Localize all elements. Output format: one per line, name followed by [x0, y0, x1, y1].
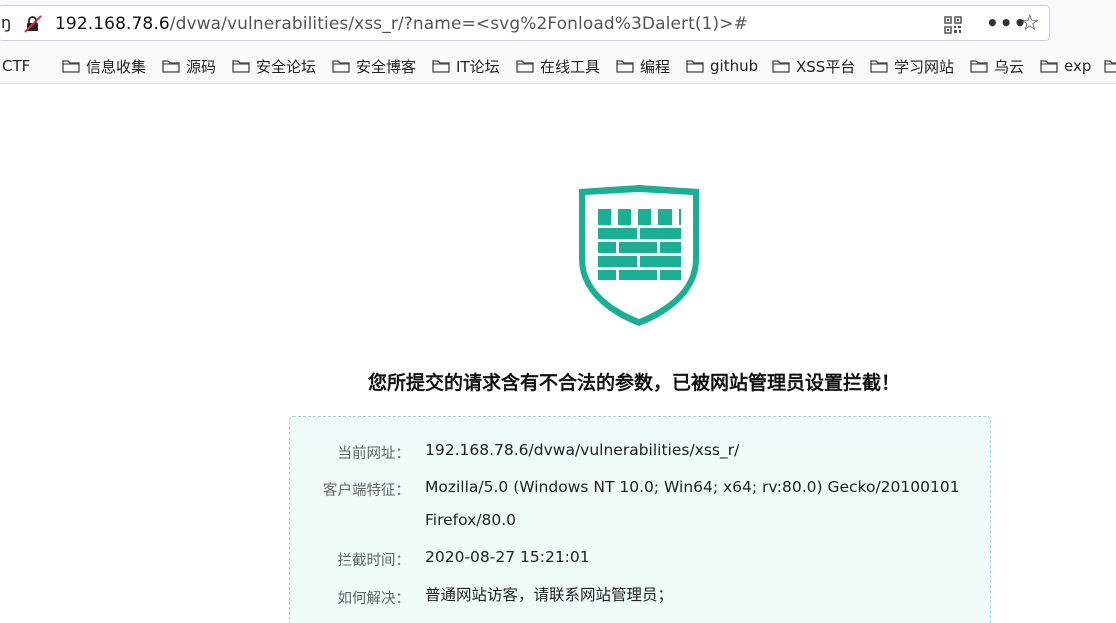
firewall-shield-icon	[579, 185, 699, 326]
bookmark-folder[interactable]: CTF	[2, 55, 30, 77]
folder-icon	[62, 59, 80, 73]
bookmark-label: 学习网站	[894, 57, 955, 76]
folder-icon	[772, 59, 790, 73]
block-time-value: 2020-08-27 15:21:01	[425, 548, 590, 566]
bookmark-folder[interactable]: github	[686, 55, 758, 77]
overflow-folder-icon[interactable]	[1104, 55, 1116, 77]
bookmark-folder[interactable]: XSS平台	[772, 55, 855, 77]
folder-icon	[332, 59, 350, 73]
bookmark-label: CTF	[2, 57, 31, 75]
block-info-box: 当前网址： 192.168.78.6/dvwa/vulnerabilities/…	[289, 416, 991, 623]
folder-icon	[232, 59, 250, 73]
url-path: /dvwa/vulnerabilities/xss_r/?name=<svg%2…	[169, 14, 748, 34]
truncated-toolbar-glyph: ŋ	[1, 13, 12, 32]
bookmark-folder[interactable]: 学习网站	[870, 55, 954, 77]
insecure-connection-icon[interactable]	[24, 15, 42, 33]
qr-code-icon[interactable]	[944, 16, 962, 34]
navigation-toolbar: ŋ 192.168.78.6/dvwa/vulnerabilities/xss_…	[0, 0, 1116, 47]
block-headline: 您所提交的请求含有不合法的参数，已被网站管理员设置拦截！	[367, 372, 900, 394]
bookmark-folder[interactable]: 源码	[162, 55, 216, 77]
client-signature-label: 客户端特征：	[323, 483, 410, 499]
block-time-label: 拦截时间：	[337, 553, 411, 569]
folder-icon	[516, 59, 534, 73]
bookmark-label: IT论坛	[456, 57, 500, 76]
bookmark-label: 安全博客	[356, 57, 417, 76]
folder-icon	[432, 59, 450, 73]
bookmark-label: exp	[1064, 57, 1092, 75]
current-url-value: 192.168.78.6/dvwa/vulnerabilities/xss_r/	[425, 441, 740, 459]
client-signature-value: Mozilla/5.0 (Windows NT 10.0; Win64; x64…	[425, 478, 960, 529]
folder-icon	[686, 59, 704, 73]
bookmark-folder[interactable]: 乌云	[970, 55, 1024, 77]
current-url-label: 当前网址：	[337, 446, 411, 462]
how-to-resolve-value: 普通网站访客，请联系网站管理员；	[425, 586, 674, 604]
how-to-resolve-label: 如何解决：	[337, 591, 411, 607]
bookmark-label: 源码	[186, 57, 217, 76]
bookmark-label: 信息收集	[86, 57, 147, 76]
bookmark-label: github	[710, 57, 759, 75]
bookmark-folder[interactable]: 在线工具	[516, 55, 600, 77]
bookmark-label: 在线工具	[540, 57, 601, 76]
bookmark-folder[interactable]: 编程	[616, 55, 670, 77]
folder-icon	[970, 59, 988, 73]
bookmark-label: XSS平台	[796, 57, 856, 76]
bookmark-folder[interactable]: 信息收集	[62, 55, 146, 77]
bookmark-label: 编程	[640, 57, 671, 76]
folder-icon	[870, 59, 888, 73]
folder-icon	[162, 59, 180, 73]
bookmark-star-icon[interactable]: ☆	[1020, 11, 1040, 36]
bookmark-label: 乌云	[994, 57, 1025, 76]
bookmark-folder[interactable]: 安全博客	[332, 55, 416, 77]
bookmarks-toolbar: CTF 信息收集 源码 安全论坛 安全博客 IT论坛 在线工具 编程 github XSS平台 学习…	[0, 47, 1116, 84]
bookmark-label: 安全论坛	[256, 57, 317, 76]
url-text[interactable]: 192.168.78.6/dvwa/vulnerabilities/xss_r/…	[55, 14, 748, 34]
address-bar[interactable]: ŋ 192.168.78.6/dvwa/vulnerabilities/xss_…	[0, 5, 1050, 41]
folder-icon	[616, 59, 634, 73]
bookmark-folder[interactable]: exp	[1040, 55, 1091, 77]
url-host: 192.168.78.6	[55, 14, 170, 34]
bookmark-folder[interactable]: 安全论坛	[232, 55, 316, 77]
bookmark-folder[interactable]: IT论坛	[432, 55, 500, 77]
folder-icon	[1040, 59, 1058, 73]
